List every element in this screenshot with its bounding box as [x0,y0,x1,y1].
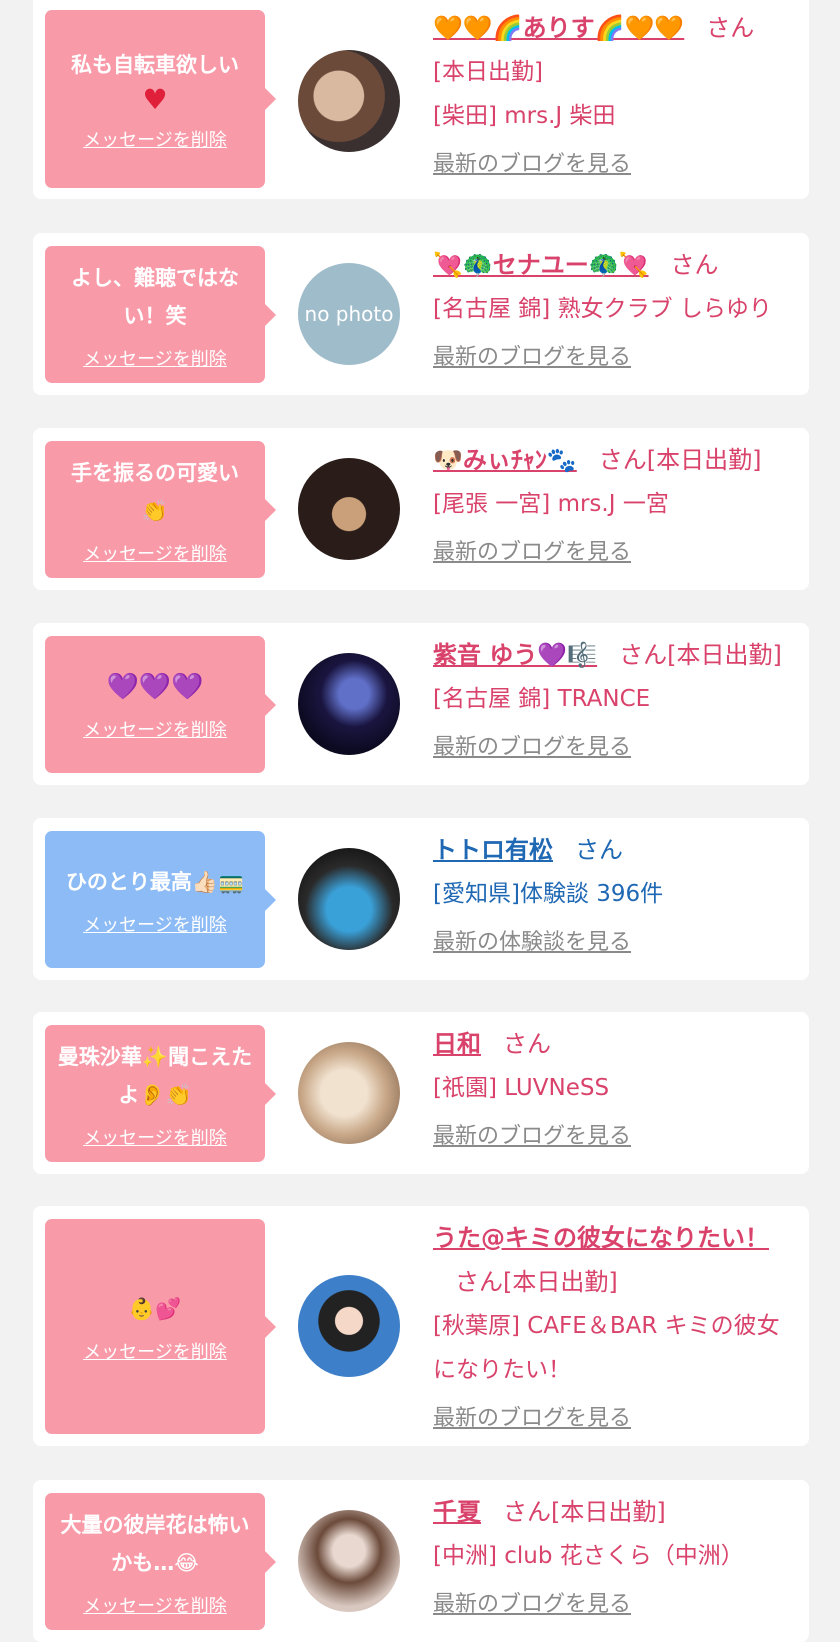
profile-info: 日和 さん [祇園] LUVNeSS 最新のブログを見る [433,1022,793,1150]
delete-message-button[interactable]: メッセージを削除 [83,1338,227,1364]
blog-link[interactable]: 最新のブログを見る [433,534,631,566]
shop-text: [名古屋 錦] TRANCE [433,686,651,712]
avatar[interactable] [298,653,400,755]
message-text: 私も自転車欲しい [71,53,239,77]
message-text: 💜💜💜 [106,671,204,702]
profile-name-link[interactable]: 日和 [433,1030,481,1058]
delete-message-button[interactable]: メッセージを削除 [83,1124,227,1150]
blog-link[interactable]: 最新のブログを見る [433,339,631,371]
message-text: 曼珠沙華✨聞こえたよ👂👏 [57,1044,253,1107]
message-text: 手を振るの可愛い [71,460,239,485]
avatar[interactable] [298,50,400,152]
blog-link[interactable]: 最新のブログを見る [433,1586,631,1618]
delete-message-button[interactable]: メッセージを削除 [83,345,227,371]
profile-info: 紫音 ゆう💜🎼 さん[本日出勤] [名古屋 錦] TRANCE 最新のブログを見る [433,633,793,761]
profile-name-link[interactable]: 紫音 ゆう💜🎼 [433,641,597,669]
blog-link[interactable]: 最新のブログを見る [433,146,631,178]
message-card: 私も自転車欲しい ♥ メッセージを削除 🧡🧡🌈ありす🌈🧡🧡 さん [本日出勤] [… [33,0,809,199]
blog-link[interactable]: 最新の体験談を見る [433,924,631,956]
profile-name-link[interactable]: 千夏 [433,1498,481,1526]
delete-message-button[interactable]: メッセージを削除 [83,540,227,566]
delete-message-button[interactable]: メッセージを削除 [83,911,227,937]
profile-name-link[interactable]: トトロ有松 [433,836,553,864]
delete-message-button[interactable]: メッセージを削除 [83,126,227,152]
avatar[interactable] [298,1275,400,1377]
status-text: [本日出勤] [433,59,543,85]
honorific: さん [670,251,719,279]
delete-message-button[interactable]: メッセージを削除 [83,1592,227,1618]
shop-text: [中洲] club 花さくら（中洲） [433,1543,744,1569]
message-text: 大量の彼岸花は怖いかも…😂 [60,1512,250,1575]
avatar[interactable]: no photo [298,263,400,365]
message-bubble: よし、難聴ではない！笑 メッセージを削除 [45,246,276,383]
shop-text: [尾張 一宮] mrs.J 一宮 [433,491,669,517]
heart-icon: ♥ [142,83,168,116]
profile-name-link[interactable]: うた@キミの彼女になりたい！ [433,1224,769,1252]
shop-text: [名古屋 錦] 熟女クラブ しらゆり [433,296,772,322]
no-photo-label: no photo [304,302,394,326]
message-bubble: 👶💕 メッセージを削除 [45,1219,276,1434]
message-bubble: ひのとり最高👍🏻🚃 メッセージを削除 [45,831,276,968]
shop-text: [愛知県]体験談 396件 [433,881,664,907]
message-bubble: 曼珠沙華✨聞こえたよ👂👏 メッセージを削除 [45,1025,276,1162]
honorific: さん [575,836,623,864]
shop-text: [柴田] mrs.J 柴田 [433,103,616,129]
message-text: ひのとり最高👍🏻🚃 [65,869,245,894]
message-text: よし、難聴ではない！笑 [71,265,239,328]
profile-info: トトロ有松 さん [愛知県]体験談 396件 最新の体験談を見る [433,828,793,956]
profile-info: 🐶みぃﾁｬﾝ🐾 さん[本日出勤] [尾張 一宮] mrs.J 一宮 最新のブログを… [433,438,793,566]
honorific: さん[本日出勤] [503,1498,666,1526]
message-text: 👶💕 [128,1296,182,1321]
profile-name-link[interactable]: 💘🦚セナユー🦚💘 [433,251,649,279]
message-bubble: 私も自転車欲しい ♥ メッセージを削除 [45,10,276,188]
avatar[interactable] [298,848,400,950]
profile-info: 🧡🧡🌈ありす🌈🧡🧡 さん [本日出勤] [柴田] mrs.J 柴田 最新のブログを… [433,6,793,178]
profile-info: うた@キミの彼女になりたい！ さん[本日出勤] [秋葉原] CAFE＆BAR キミ… [433,1216,793,1432]
profile-info: 千夏 さん[本日出勤] [中洲] club 花さくら（中洲） 最新のブログを見る [433,1490,793,1618]
honorific: さん [503,1030,551,1058]
shop-text: [秋葉原] CAFE＆BAR キミの彼女になりたい！ [433,1313,780,1383]
honorific: さん [706,14,755,42]
avatar[interactable] [298,458,400,560]
message-bubble: 💜💜💜 メッセージを削除 [45,636,276,773]
honorific: さん[本日出勤] [619,641,782,669]
profile-info: 💘🦚セナユー🦚💘 さん [名古屋 錦] 熟女クラブ しらゆり 最新のブログを見る [433,243,793,371]
delete-message-button[interactable]: メッセージを削除 [83,716,227,742]
message-card: 手を振るの可愛い 👏 メッセージを削除 🐶みぃﾁｬﾝ🐾 さん[本日出勤] [尾張 … [33,428,809,590]
profile-name-link[interactable]: 🧡🧡🌈ありす🌈🧡🧡 [433,14,684,42]
blog-link[interactable]: 最新のブログを見る [433,729,631,761]
avatar[interactable] [298,1042,400,1144]
avatar[interactable] [298,1510,400,1612]
message-card: 💜💜💜 メッセージを削除 紫音 ゆう💜🎼 さん[本日出勤] [名古屋 錦] TRA… [33,623,809,785]
message-card: 曼珠沙華✨聞こえたよ👂👏 メッセージを削除 日和 さん [祇園] LUVNeSS … [33,1012,809,1174]
honorific: さん[本日出勤] [598,446,762,474]
clap-icon: 👏 [141,498,169,523]
honorific: さん[本日出勤] [455,1268,618,1296]
blog-link[interactable]: 最新のブログを見る [433,1118,631,1150]
profile-name-link[interactable]: 🐶みぃﾁｬﾝ🐾 [433,446,577,474]
message-card: よし、難聴ではない！笑 メッセージを削除 no photo 💘🦚セナユー🦚💘 さん… [33,233,809,395]
message-card: ひのとり最高👍🏻🚃 メッセージを削除 トトロ有松 さん [愛知県]体験談 396件… [33,818,809,980]
message-card: 大量の彼岸花は怖いかも…😂 メッセージを削除 千夏 さん[本日出勤] [中洲] c… [33,1480,809,1642]
message-bubble: 手を振るの可愛い 👏 メッセージを削除 [45,441,276,578]
blog-link[interactable]: 最新のブログを見る [433,1400,631,1432]
shop-text: [祇園] LUVNeSS [433,1075,610,1101]
message-card: 👶💕 メッセージを削除 うた@キミの彼女になりたい！ さん[本日出勤] [秋葉原]… [33,1206,809,1446]
message-bubble: 大量の彼岸花は怖いかも…😂 メッセージを削除 [45,1493,276,1630]
